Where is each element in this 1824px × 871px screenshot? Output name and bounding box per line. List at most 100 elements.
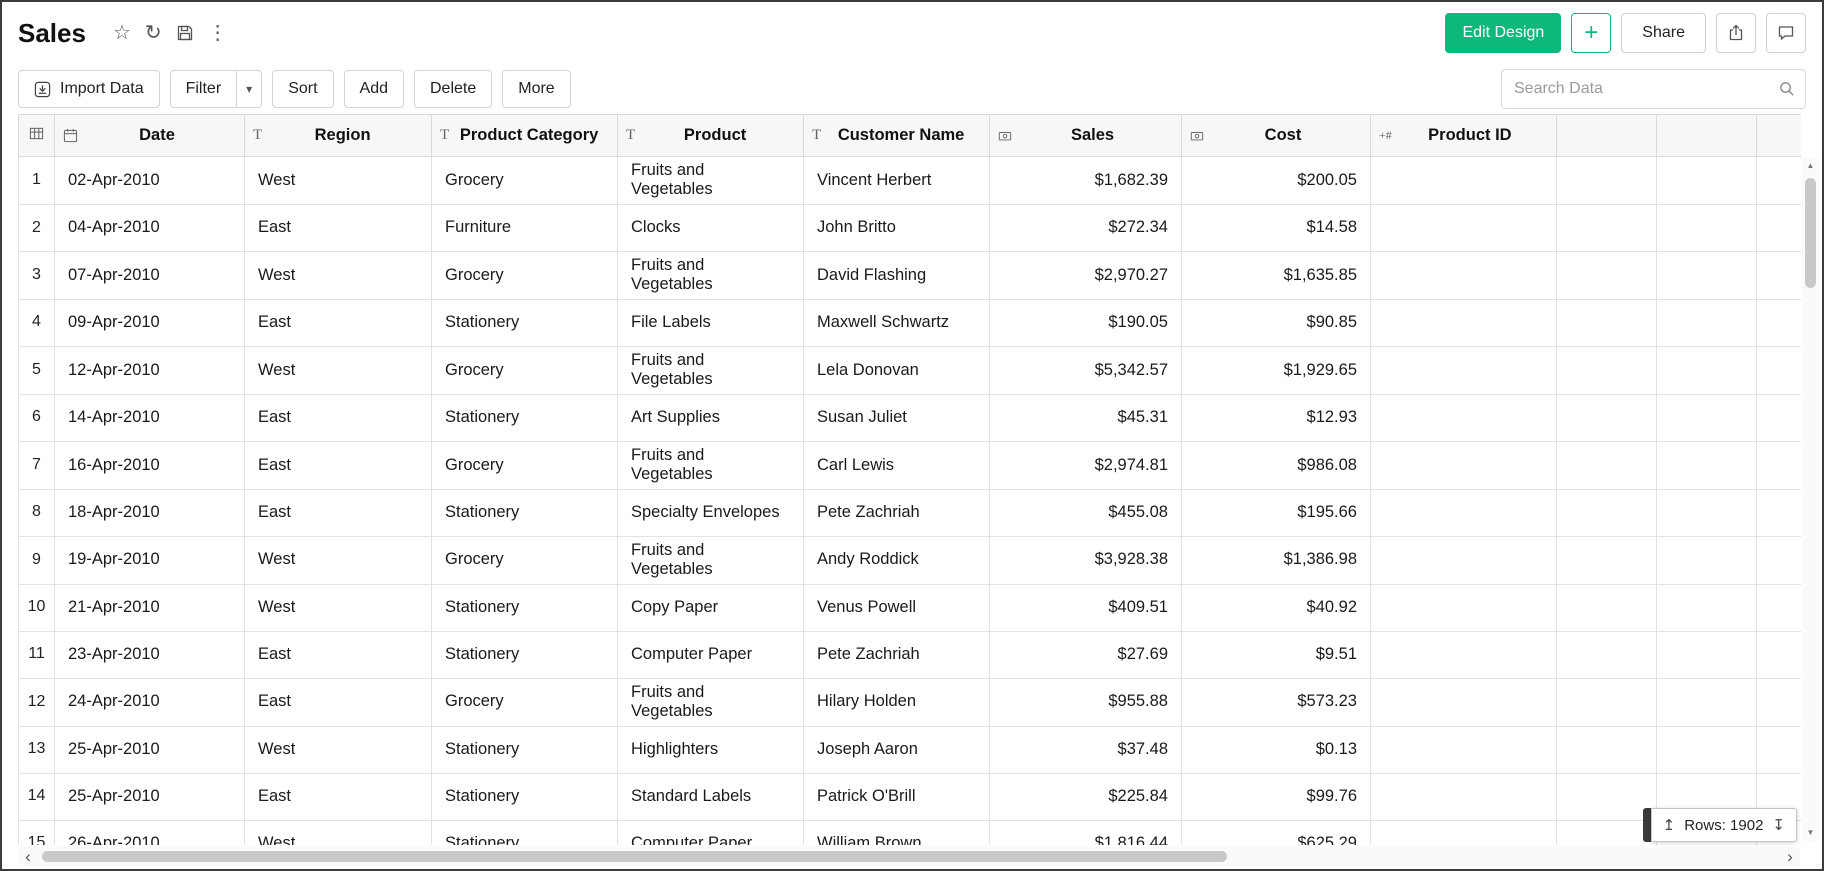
filter-button[interactable]: Filter bbox=[170, 70, 238, 108]
column-header-empty[interactable] bbox=[1657, 115, 1757, 157]
cell-empty[interactable] bbox=[1657, 536, 1757, 584]
rows-badge-handle[interactable] bbox=[1643, 808, 1651, 842]
cell-product[interactable]: Fruits and Vegetables bbox=[618, 441, 804, 489]
cell-sales[interactable]: $225.84 bbox=[990, 773, 1182, 820]
row-number-cell[interactable]: 8 bbox=[19, 489, 55, 536]
horizontal-scroll-thumb[interactable] bbox=[42, 851, 1227, 862]
row-number-cell[interactable]: 13 bbox=[19, 726, 55, 773]
cell-empty[interactable] bbox=[1657, 584, 1757, 631]
cell-product[interactable]: Computer Paper bbox=[618, 820, 804, 845]
cell-product-category[interactable]: Stationery bbox=[432, 584, 618, 631]
cell-empty[interactable] bbox=[1557, 678, 1657, 726]
cell-product[interactable]: Copy Paper bbox=[618, 584, 804, 631]
cell-empty[interactable] bbox=[1557, 631, 1657, 678]
cell-sales[interactable]: $190.05 bbox=[990, 299, 1182, 346]
cell-product-category[interactable]: Grocery bbox=[432, 251, 618, 299]
cell-cost[interactable]: $1,929.65 bbox=[1182, 346, 1371, 394]
cell-product[interactable]: Fruits and Vegetables bbox=[618, 251, 804, 299]
cell-product-id[interactable] bbox=[1371, 251, 1557, 299]
cell-product-id[interactable] bbox=[1371, 346, 1557, 394]
cell-date[interactable]: 02-Apr-2010 bbox=[55, 157, 245, 205]
cell-empty[interactable] bbox=[1557, 726, 1657, 773]
cell-cost[interactable]: $1,386.98 bbox=[1182, 536, 1371, 584]
cell-product-id[interactable] bbox=[1371, 773, 1557, 820]
scroll-right-arrow-icon[interactable]: › bbox=[1780, 847, 1800, 866]
cell-product-category[interactable]: Stationery bbox=[432, 820, 618, 845]
cell-sales[interactable]: $272.34 bbox=[990, 204, 1182, 251]
cell-date[interactable]: 04-Apr-2010 bbox=[55, 204, 245, 251]
export-publish-button[interactable] bbox=[1716, 13, 1756, 53]
cell-region[interactable]: West bbox=[245, 251, 432, 299]
cell-product-id[interactable] bbox=[1371, 726, 1557, 773]
row-number-cell[interactable]: 10 bbox=[19, 584, 55, 631]
comments-button[interactable] bbox=[1766, 13, 1806, 53]
share-button[interactable]: Share bbox=[1621, 13, 1706, 53]
cell-product-id[interactable] bbox=[1371, 489, 1557, 536]
cell-empty[interactable] bbox=[1657, 441, 1757, 489]
cell-product-id[interactable] bbox=[1371, 157, 1557, 205]
cell-product-id[interactable] bbox=[1371, 678, 1557, 726]
column-header-product-id[interactable]: +# Product ID bbox=[1371, 115, 1557, 157]
cell-empty[interactable] bbox=[1557, 394, 1657, 441]
cell-empty[interactable] bbox=[1757, 251, 1802, 299]
edit-design-button[interactable]: Edit Design bbox=[1445, 13, 1561, 53]
cell-empty[interactable] bbox=[1557, 584, 1657, 631]
search-icon[interactable] bbox=[1778, 80, 1795, 102]
add-new-button[interactable]: + bbox=[1571, 13, 1611, 53]
row-number-cell[interactable]: 14 bbox=[19, 773, 55, 820]
column-header-region[interactable]: T Region bbox=[245, 115, 432, 157]
cell-date[interactable]: 24-Apr-2010 bbox=[55, 678, 245, 726]
row-number-cell[interactable]: 12 bbox=[19, 678, 55, 726]
row-number-cell[interactable]: 2 bbox=[19, 204, 55, 251]
cell-product[interactable]: Standard Labels bbox=[618, 773, 804, 820]
select-all-header[interactable] bbox=[19, 115, 55, 157]
cell-customer-name[interactable]: Carl Lewis bbox=[804, 441, 990, 489]
cell-product-category[interactable]: Grocery bbox=[432, 678, 618, 726]
row-number-cell[interactable]: 11 bbox=[19, 631, 55, 678]
cell-product-category[interactable]: Stationery bbox=[432, 394, 618, 441]
cell-customer-name[interactable]: David Flashing bbox=[804, 251, 990, 299]
delete-button[interactable]: Delete bbox=[414, 70, 492, 108]
cell-region[interactable]: East bbox=[245, 773, 432, 820]
scroll-left-arrow-icon[interactable]: ‹ bbox=[18, 847, 38, 866]
cell-sales[interactable]: $409.51 bbox=[990, 584, 1182, 631]
cell-region[interactable]: West bbox=[245, 820, 432, 845]
cell-product-id[interactable] bbox=[1371, 536, 1557, 584]
cell-customer-name[interactable]: Lela Donovan bbox=[804, 346, 990, 394]
cell-empty[interactable] bbox=[1557, 536, 1657, 584]
cell-cost[interactable]: $195.66 bbox=[1182, 489, 1371, 536]
cell-date[interactable]: 16-Apr-2010 bbox=[55, 441, 245, 489]
cell-product-category[interactable]: Grocery bbox=[432, 536, 618, 584]
cell-region[interactable]: East bbox=[245, 489, 432, 536]
cell-product-category[interactable]: Stationery bbox=[432, 489, 618, 536]
cell-empty[interactable] bbox=[1557, 489, 1657, 536]
cell-region[interactable]: West bbox=[245, 346, 432, 394]
cell-sales[interactable]: $5,342.57 bbox=[990, 346, 1182, 394]
cell-empty[interactable] bbox=[1657, 346, 1757, 394]
cell-empty[interactable] bbox=[1657, 726, 1757, 773]
cell-product-category[interactable]: Furniture bbox=[432, 204, 618, 251]
cell-product-category[interactable]: Stationery bbox=[432, 726, 618, 773]
column-header-product-category[interactable]: T Product Category bbox=[432, 115, 618, 157]
cell-empty[interactable] bbox=[1657, 204, 1757, 251]
cell-cost[interactable]: $573.23 bbox=[1182, 678, 1371, 726]
scroll-up-arrow-icon[interactable]: ▲ bbox=[1802, 158, 1819, 174]
cell-empty[interactable] bbox=[1757, 299, 1802, 346]
cell-product-category[interactable]: Grocery bbox=[432, 157, 618, 205]
cell-product-category[interactable]: Grocery bbox=[432, 441, 618, 489]
cell-empty[interactable] bbox=[1557, 299, 1657, 346]
cell-sales[interactable]: $2,974.81 bbox=[990, 441, 1182, 489]
more-options-kebab-icon[interactable]: ⋮ bbox=[208, 23, 228, 43]
cell-product-category[interactable]: Grocery bbox=[432, 346, 618, 394]
cell-empty[interactable] bbox=[1757, 678, 1802, 726]
cell-cost[interactable]: $0.13 bbox=[1182, 726, 1371, 773]
cell-customer-name[interactable]: Joseph Aaron bbox=[804, 726, 990, 773]
sort-button[interactable]: Sort bbox=[272, 70, 333, 108]
vertical-scrollbar[interactable]: ▲ ▼ bbox=[1802, 158, 1819, 841]
cell-date[interactable]: 26-Apr-2010 bbox=[55, 820, 245, 845]
cell-region[interactable]: West bbox=[245, 726, 432, 773]
cell-empty[interactable] bbox=[1657, 631, 1757, 678]
cell-date[interactable]: 14-Apr-2010 bbox=[55, 394, 245, 441]
cell-product[interactable]: Fruits and Vegetables bbox=[618, 536, 804, 584]
cell-region[interactable]: East bbox=[245, 204, 432, 251]
